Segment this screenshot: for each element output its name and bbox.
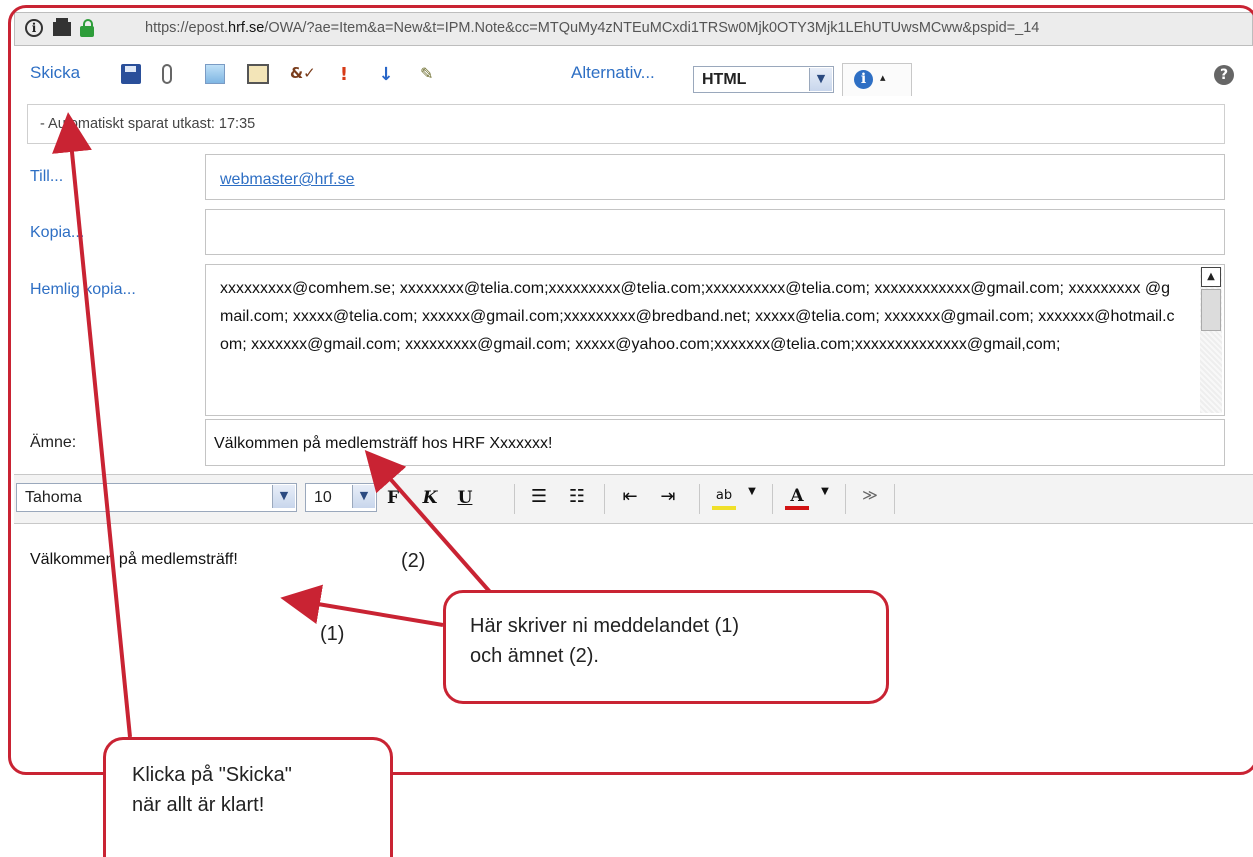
callout-send-line1: Klicka på "Skicka" xyxy=(132,764,292,786)
arrow-to-send xyxy=(52,112,132,738)
callout-message-line2: och ämnet (2). xyxy=(470,645,599,667)
callout-send-line2: när allt är klart! xyxy=(132,794,265,816)
callout-send: Klicka på "Skicka" när allt är klart! xyxy=(103,737,393,857)
annotation-arrows xyxy=(52,112,492,738)
callout-message: Här skriver ni meddelandet (1) och ämnet… xyxy=(443,590,889,704)
arrow-to-message xyxy=(280,584,444,627)
callout-message-line1: Här skriver ni meddelandet (1) xyxy=(470,615,739,637)
arrow-to-subject xyxy=(364,449,492,594)
